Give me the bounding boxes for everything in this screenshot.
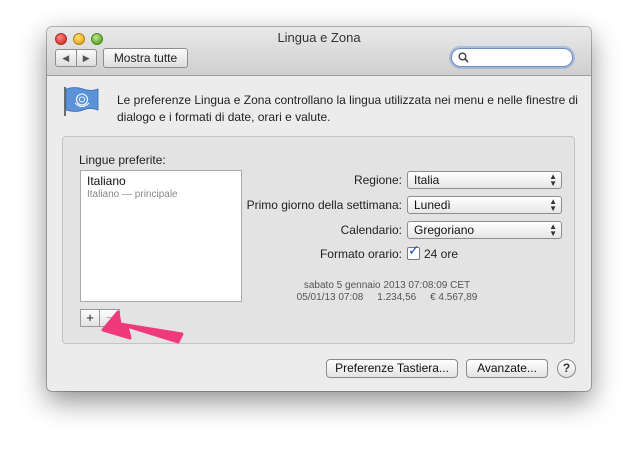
forward-arrow-icon: ▶ xyxy=(82,52,90,63)
list-item[interactable]: Italiano Italiano — principale xyxy=(81,171,241,203)
title-bar: Lingua e Zona ◀ ▶ Mostra tutte xyxy=(47,27,591,76)
calendar-value: Gregoriano xyxy=(414,223,475,237)
search-icon xyxy=(458,52,469,63)
checkmark-icon: ✓ xyxy=(408,242,420,258)
region-label: Regione: xyxy=(353,173,402,187)
date-format-sample: sabato 5 gennaio 2013 07:08:09 CET xyxy=(303,280,471,291)
search-input[interactable] xyxy=(469,50,568,65)
language-detail: Italiano — principale xyxy=(87,189,178,200)
pane-description: Le preferenze Lingua e Zona controllano … xyxy=(117,93,578,124)
first-day-value: Lunedì xyxy=(414,198,451,212)
region-popup[interactable]: Italia ▲ ▼ xyxy=(407,171,562,189)
preferred-languages-list[interactable]: Italiano Italiano — principale xyxy=(80,170,242,302)
un-flag-icon xyxy=(64,87,99,116)
language-name: Italiano xyxy=(87,174,126,188)
popup-arrows-icon: ▲ ▼ xyxy=(549,222,557,238)
time-format-label: Formato orario: xyxy=(319,247,402,261)
first-day-label: Primo giorno della settimana: xyxy=(246,198,402,212)
navigation-buttons: ◀ ▶ xyxy=(55,49,97,67)
window-title: Lingua e Zona xyxy=(277,30,361,45)
show-all-button[interactable]: Mostra tutte xyxy=(103,48,188,68)
region-value: Italia xyxy=(414,173,440,187)
add-language-button[interactable]: + xyxy=(80,309,100,327)
help-button[interactable]: ? xyxy=(557,359,576,378)
popup-arrows-icon: ▲ ▼ xyxy=(549,172,557,188)
forward-button[interactable]: ▶ xyxy=(76,49,97,67)
calendar-label: Calendario: xyxy=(340,223,402,237)
preferred-languages-label: Lingue preferite: xyxy=(79,153,166,167)
preferences-window: Lingua e Zona ◀ ▶ Mostra tutte Le prefer… xyxy=(47,27,591,391)
calendar-popup[interactable]: Gregoriano ▲ ▼ xyxy=(407,221,562,239)
remove-language-button[interactable]: − xyxy=(100,309,120,327)
24-hour-checkbox-label[interactable]: 24 ore xyxy=(424,247,458,261)
keyboard-preferences-button[interactable]: Preferenze Tastiera... xyxy=(326,359,458,378)
add-remove-buttons: + − xyxy=(80,309,120,327)
first-day-popup[interactable]: Lunedì ▲ ▼ xyxy=(407,196,562,214)
advanced-button[interactable]: Avanzate... xyxy=(466,359,548,378)
number-format-sample: 05/01/13 07:08 1.234,56 € 4.567,89 xyxy=(296,292,478,303)
popup-arrows-icon: ▲ ▼ xyxy=(549,197,557,213)
back-button[interactable]: ◀ xyxy=(55,49,77,67)
search-field[interactable] xyxy=(451,48,573,67)
back-arrow-icon: ◀ xyxy=(62,52,70,63)
